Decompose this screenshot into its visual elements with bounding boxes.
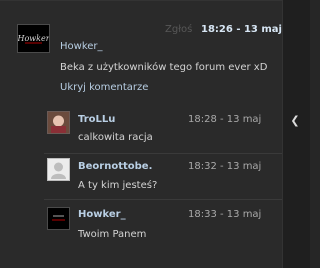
- howker-avatar-image: [48, 208, 69, 229]
- reply-divider: [44, 153, 282, 154]
- reply-text: calkowita racja: [78, 132, 153, 143]
- main-comment-username[interactable]: Howker_: [60, 41, 103, 52]
- report-link[interactable]: Zgłoś: [165, 24, 192, 35]
- reply-text: A ty kim jesteś?: [78, 180, 158, 191]
- trollu-avatar-image: [48, 112, 69, 133]
- reply-timestamp: 18:28 - 13 maj: [188, 114, 262, 125]
- main-comment-timestamp: 18:26 - 13 maj: [201, 24, 282, 35]
- reply-divider: [44, 199, 282, 200]
- reply-timestamp: 18:32 - 13 maj: [188, 161, 262, 172]
- default-user-icon: [48, 159, 69, 180]
- reply-text: Twoim Panem: [78, 229, 147, 240]
- avatar[interactable]: [47, 158, 70, 181]
- reply-timestamp: 18:33 - 13 maj: [188, 209, 262, 220]
- howker-avatar-image: Howker: [18, 25, 49, 52]
- hide-comments-link[interactable]: Ukryj komentarze: [60, 82, 148, 93]
- avatar[interactable]: [47, 207, 70, 230]
- reply-username[interactable]: Beornottobe.: [78, 161, 152, 172]
- scrollbar[interactable]: [282, 0, 310, 268]
- avatar[interactable]: Howker: [17, 24, 50, 53]
- avatar-text: Howker: [18, 34, 49, 43]
- reply-username[interactable]: Howker_: [78, 209, 126, 220]
- comment-thread: Zgłoś 18:26 - 13 maj Howker Howker_ Beka…: [0, 0, 282, 268]
- top-divider: [0, 0, 282, 1]
- reply-username[interactable]: TroLLu: [78, 114, 115, 125]
- avatar[interactable]: [47, 111, 70, 134]
- chevron-left-icon[interactable]: ❮: [290, 115, 300, 127]
- main-comment-text: Beka z użytkowników tego forum ever xD: [60, 62, 268, 73]
- reply-row: [44, 103, 282, 151]
